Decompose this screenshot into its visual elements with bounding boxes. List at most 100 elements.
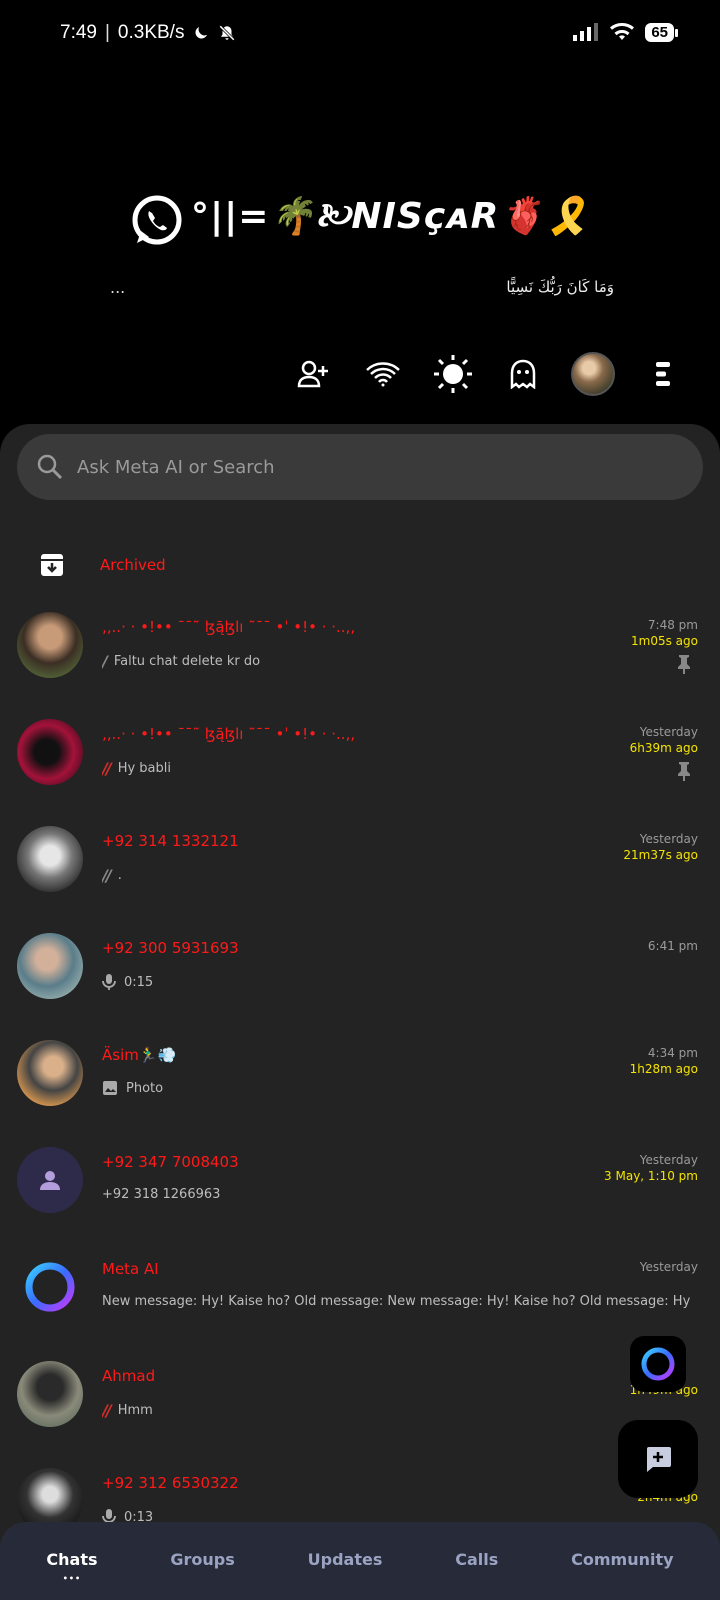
contact-name: +92 314 1332121 [102, 832, 239, 850]
contact-avatar [17, 933, 83, 999]
chat-row[interactable]: Meta AI New message: Hy! Kaise ho? Old m… [0, 1246, 720, 1353]
contact-name: +92 300 5931693 [102, 939, 239, 957]
message-text: . [117, 868, 122, 883]
sun-icon [434, 355, 472, 393]
search-bar[interactable]: Ask Meta AI or Search [17, 434, 703, 500]
status-bar: 7:49 | 0.3KB/s 65 [0, 0, 720, 72]
archived-row[interactable]: Archived [0, 540, 720, 590]
tab-community[interactable]: Community [571, 1550, 673, 1573]
contact-avatar [17, 612, 83, 678]
whatsapp-logo-icon [132, 195, 182, 244]
chat-time: Yesterday [639, 1153, 698, 1167]
bottom-navigation: Chats Groups Updates Calls Community [0, 1522, 720, 1600]
last-seen-ago: 6h39m ago [629, 741, 698, 755]
meta-ai-fab[interactable] [630, 1336, 686, 1392]
chat-row[interactable]: Äsim🏃‍♂️💨 Photo 4:34 pm 1h28m ago [0, 1032, 720, 1139]
wifi-icon [610, 22, 635, 40]
moon-icon [195, 27, 208, 39]
message-text: Hmm [117, 1403, 153, 1418]
ghost-mode-button[interactable] [488, 352, 558, 396]
search-placeholder: Ask Meta AI or Search [77, 456, 275, 478]
contact-avatar [17, 719, 83, 785]
chat-list: ‚‚..· · •!•• ¯ˉ˜ ɮą̄ɮlı ˜ˉ¯ •ˈ •!• · ·..… [0, 604, 720, 1567]
profile-avatar-button[interactable] [558, 352, 628, 396]
pin-icon [678, 762, 690, 781]
contact-avatar [17, 1361, 83, 1427]
ghost-icon [510, 359, 536, 389]
chat-row[interactable]: Ahmad // Hmm 1h49m ago [0, 1353, 720, 1460]
contact-name: +92 347 7008403 [102, 1153, 239, 1171]
chat-time: Yesterday [639, 1260, 698, 1274]
status-separator: | [104, 22, 110, 43]
theme-toggle-button[interactable] [418, 352, 488, 396]
subtitle-row: ... وَمَا كَانَ رَبُّكَ نَسِيًّا [0, 278, 720, 302]
message-text: Photo [126, 1080, 164, 1096]
last-message: +92 318 1266963 [102, 1187, 220, 1202]
status-time: 7:49 [60, 22, 97, 43]
add-contact-button[interactable] [278, 352, 348, 396]
tab-calls[interactable]: Calls [455, 1550, 498, 1573]
brand-title: °||=🌴🙠NISçᴀR🫀🎗️ [190, 196, 591, 237]
photo-icon [103, 1081, 117, 1095]
chat-time: Yesterday [639, 725, 698, 739]
message-text: New message: Hy! Kaise ho? Old message: … [102, 1294, 692, 1309]
message-text: Faltu chat delete kr do [113, 654, 261, 669]
last-seen-ago: 21m37s ago [623, 848, 698, 862]
network-speed: 0.3KB/s [117, 22, 185, 43]
chat-row[interactable]: ‚‚..· · •!•• ¯ˉ˜ ɮą̄ɮlı ˜ˉ¯ •ˈ •!• · ·..… [0, 711, 720, 818]
new-chat-icon [647, 1447, 671, 1472]
status-tick: // [102, 759, 112, 778]
add-person-icon [297, 360, 328, 388]
app-header-brand: °||=🌴🙠NISçᴀR🫀🎗️ [0, 190, 720, 251]
status-left: 7:49 | 0.3KB/s [60, 22, 236, 44]
last-message: // Hmm [102, 1401, 153, 1420]
contact-avatar [17, 826, 83, 892]
chat-time: 6:41 pm [647, 939, 698, 953]
last-message: // Hy babli [102, 759, 171, 778]
menu-button[interactable] [628, 352, 698, 396]
status-tick: // [102, 866, 112, 885]
contact-name: Äsim🏃‍♂️💨 [102, 1046, 177, 1064]
contact-avatar [17, 1040, 83, 1106]
wifi-button[interactable] [348, 352, 418, 396]
subtitle-arabic: وَمَا كَانَ رَبُّكَ نَسِيًّا [506, 278, 614, 296]
default-person-icon [40, 1171, 60, 1190]
last-message: // . [102, 866, 122, 885]
chat-time: 7:48 pm [647, 618, 698, 632]
status-right: 65 [573, 22, 678, 42]
subtitle-dots: ... [110, 278, 126, 297]
chat-time: 4:34 pm [647, 1046, 698, 1060]
bell-muted-icon [219, 25, 236, 41]
meta-ai-avatar [17, 1254, 83, 1320]
contact-name: ‚‚..· · •!•• ¯ˉ˜ ɮą̄ɮlı ˜ˉ¯ •ˈ •!• · ·..… [102, 618, 356, 636]
microphone-icon [102, 974, 116, 990]
header-toolbar [278, 352, 698, 396]
tab-updates[interactable]: Updates [308, 1550, 383, 1573]
chat-row[interactable]: +92 347 7008403 +92 318 1266963 Yesterda… [0, 1139, 720, 1246]
battery-indicator: 65 [645, 22, 678, 42]
contact-avatar [17, 1147, 83, 1213]
message-text: +92 318 1266963 [102, 1187, 221, 1202]
chat-time: Yesterday [639, 832, 698, 846]
last-seen-ago: 3 May, 1:10 pm [604, 1169, 698, 1183]
tab-groups[interactable]: Groups [170, 1550, 234, 1573]
contact-name: +92 312 6530322 [102, 1474, 239, 1492]
menu-icon [656, 362, 670, 386]
meta-ai-ring-icon [25, 1262, 75, 1312]
last-message: New message: Hy! Kaise ho? Old message: … [102, 1294, 692, 1309]
chat-row[interactable]: ‚‚..· · •!•• ¯ˉ˜ ɮą̄ɮlı ˜ˉ¯ •ˈ •!• · ·..… [0, 604, 720, 711]
message-text: 0:15 [124, 974, 154, 990]
status-tick: // [102, 1401, 112, 1420]
contact-name: ‚‚..· · •!•• ¯ˉ˜ ɮą̄ɮlı ˜ˉ¯ •ˈ •!• · ·..… [102, 725, 356, 743]
new-chat-fab[interactable] [618, 1420, 698, 1498]
avatar [571, 352, 615, 396]
meta-ai-ring-icon [641, 1347, 675, 1381]
last-message: 0:15 [102, 973, 153, 991]
tab-chats[interactable]: Chats [46, 1550, 97, 1573]
archive-icon [41, 554, 63, 576]
chat-row[interactable]: +92 300 5931693 0:15 6:41 pm [0, 925, 720, 1032]
last-message: / Faltu chat delete kr do [102, 652, 260, 671]
chat-row[interactable]: +92 314 1332121 // . Yesterday 21m37s ag… [0, 818, 720, 925]
last-seen-ago: 1h28m ago [629, 1062, 698, 1076]
archived-label: Archived [100, 556, 166, 574]
